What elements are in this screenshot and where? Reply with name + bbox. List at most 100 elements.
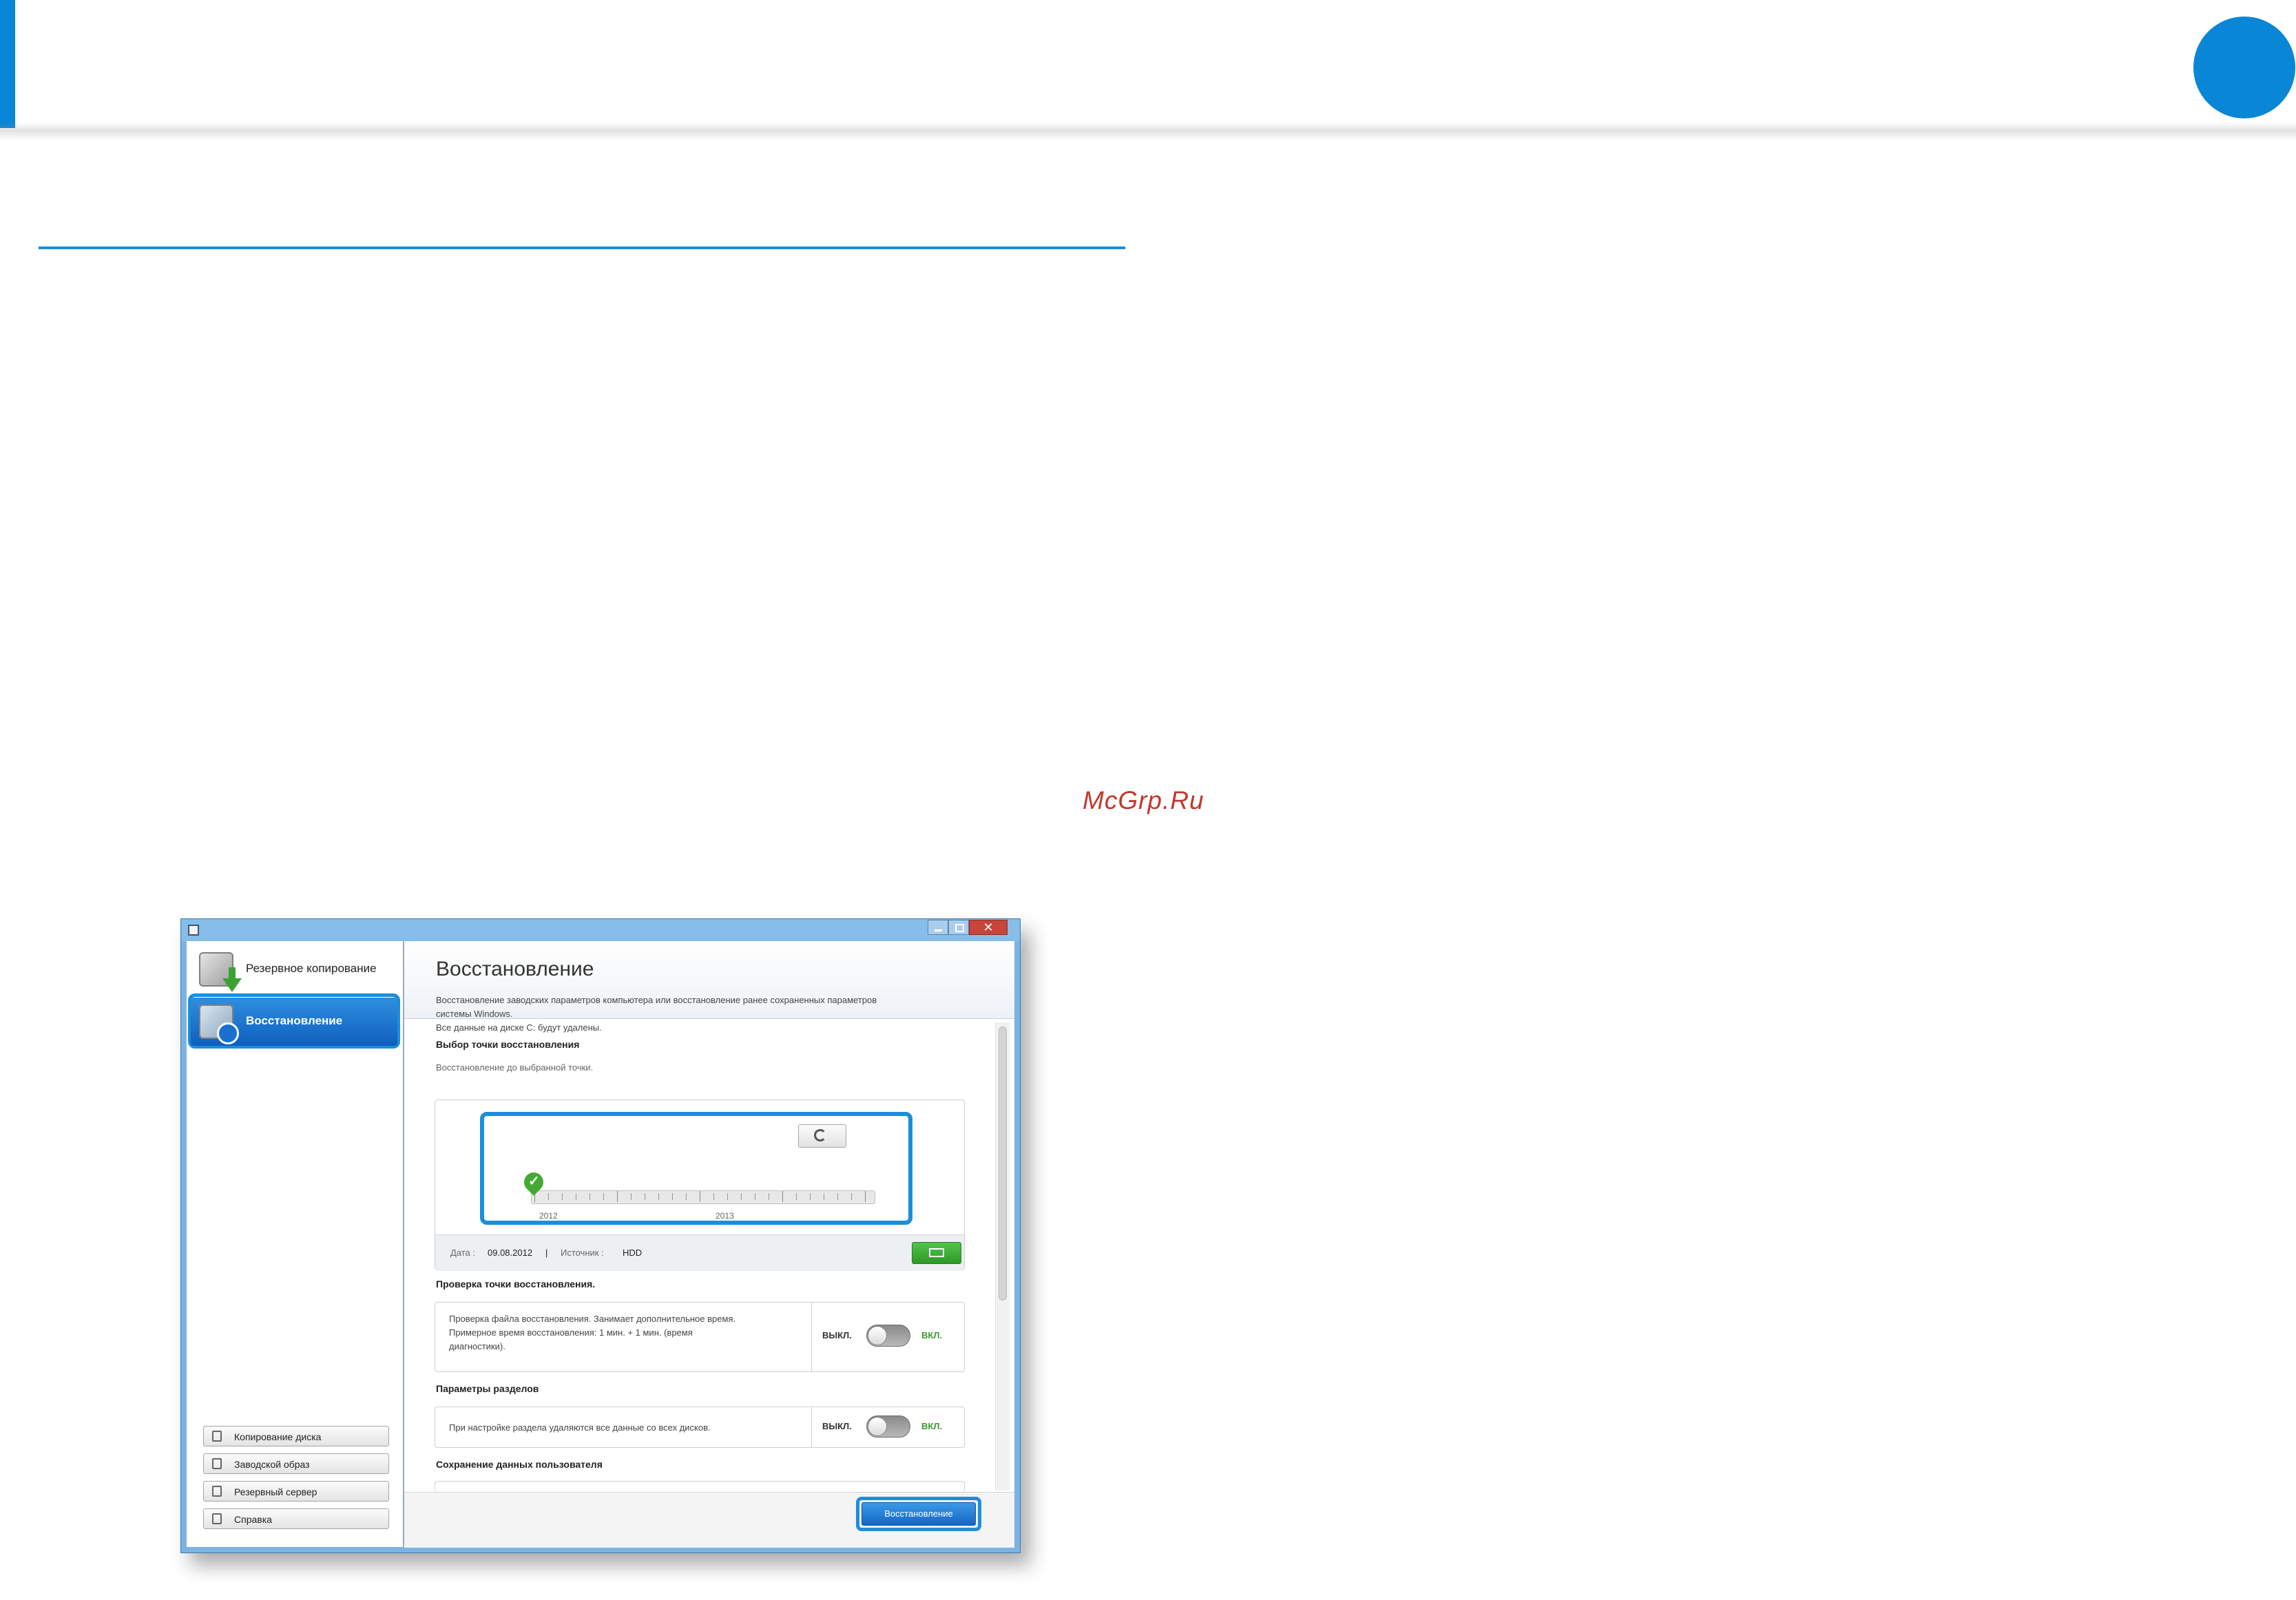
close-icon: ✕ <box>983 920 994 934</box>
refresh-icon <box>814 1129 826 1141</box>
restore-icon <box>199 1004 239 1044</box>
user-data-option-box <box>435 1481 965 1492</box>
description-line: Примерное время восстановления: 1 мин. +… <box>449 1327 693 1338</box>
partitions-option-box: При настройке раздела удаляются все данн… <box>435 1407 965 1448</box>
partitions-off-label: ВЫКЛ. <box>822 1421 852 1431</box>
restore-point-info: Дата : 09.08.2012 | Источник : HDD <box>435 1234 964 1271</box>
timeline-tick <box>865 1191 866 1202</box>
app-icon <box>188 925 199 936</box>
window-client: Резервное копирование Восстановление Коп… <box>187 941 1014 1548</box>
timeline-tick <box>713 1193 714 1200</box>
timeline-tick <box>548 1193 549 1200</box>
restore-point-title: Выбор точки восстановления <box>436 1039 580 1050</box>
date-value: 09.08.2012 <box>488 1248 533 1258</box>
page-title: Восстановление <box>436 958 594 980</box>
timeline-highlight <box>480 1112 912 1225</box>
source-value: HDD <box>623 1248 643 1258</box>
timeline-tick <box>782 1191 783 1202</box>
option-divider <box>811 1303 812 1371</box>
timeline-tick <box>741 1193 742 1200</box>
timeline-tick <box>617 1191 618 1202</box>
window-titlebar: ✕ <box>181 919 1020 941</box>
disk-copy-label: Копирование диска <box>234 1431 322 1442</box>
sidebar-item-label: Восстановление <box>246 1014 343 1027</box>
description-line: Проверка файла восстановления. Занимает … <box>449 1314 736 1324</box>
description-line: Восстановление заводских параметров комп… <box>436 995 877 1005</box>
check-icon: ✓ <box>528 1174 540 1189</box>
disk-copy-icon <box>212 1431 222 1442</box>
laptop-search-icon <box>929 1248 944 1257</box>
refresh-button[interactable] <box>798 1124 846 1148</box>
main-header: Восстановление Восстановление заводских … <box>404 941 1014 1033</box>
recovery-app-window: ✕ Резервное копирование Восстановление К… <box>180 918 1021 1553</box>
sidebar-item-backup[interactable]: Резервное копирование <box>191 945 397 993</box>
year-label: 2013 <box>716 1211 734 1221</box>
check-description: Проверка файла восстановления. Занимает … <box>449 1312 735 1354</box>
maximize-button[interactable] <box>948 920 969 935</box>
page-accent-bar <box>0 0 15 128</box>
check-on-label: ВКЛ. <box>921 1330 943 1340</box>
restore-badge-icon <box>217 1022 239 1044</box>
check-title: Проверка точки восстановления. <box>436 1278 596 1290</box>
date-label: Дата : <box>450 1248 476 1258</box>
timeline-tick <box>810 1193 811 1200</box>
timeline-tick <box>562 1193 563 1200</box>
info-separator: | <box>545 1248 548 1258</box>
view-details-button[interactable] <box>912 1242 961 1264</box>
timeline-tick <box>589 1193 590 1200</box>
check-toggle[interactable] <box>866 1325 910 1347</box>
timeline-track[interactable] <box>531 1190 875 1204</box>
partitions-description: При настройке раздела удаляются все данн… <box>449 1422 711 1433</box>
help-button[interactable]: Справка <box>203 1508 389 1529</box>
backup-server-icon <box>212 1486 222 1497</box>
main-panel: Восстановление Восстановление заводских … <box>404 941 1014 1548</box>
factory-image-label: Заводской образ <box>234 1459 310 1470</box>
close-button[interactable]: ✕ <box>969 920 1008 935</box>
disk-copy-button[interactable]: Копирование диска <box>203 1426 389 1446</box>
sidebar-item-label: Резервное копирование <box>246 962 377 975</box>
timeline-tick <box>851 1193 852 1200</box>
check-off-label: ВЫКЛ. <box>822 1330 852 1340</box>
action-bar: Восстановление <box>404 1492 1014 1548</box>
timeline-tick <box>658 1193 659 1200</box>
vertical-scrollbar[interactable] <box>995 1022 1010 1491</box>
factory-image-icon <box>212 1458 222 1469</box>
year-label: 2012 <box>539 1211 558 1221</box>
backup-server-label: Резервный сервер <box>234 1486 317 1497</box>
page-badge <box>2193 17 2295 118</box>
option-divider <box>811 1407 812 1447</box>
page-description: Восстановление заводских параметров комп… <box>436 993 987 1035</box>
description-line: системы Windows. <box>436 1009 513 1019</box>
timeline-tick <box>603 1193 604 1200</box>
sidebar: Резервное копирование Восстановление Коп… <box>187 941 404 1547</box>
minimize-button[interactable] <box>928 920 948 935</box>
partitions-on-label: ВКЛ. <box>921 1421 943 1431</box>
backup-server-button[interactable]: Резервный сервер <box>203 1481 389 1502</box>
download-arrow-icon <box>222 967 242 992</box>
toggle-knob <box>868 1417 887 1436</box>
scroll-thumb[interactable] <box>999 1027 1007 1301</box>
sidebar-item-restore[interactable]: Восстановление <box>191 998 397 1046</box>
timeline-tick <box>796 1193 797 1200</box>
restore-button[interactable]: Восстановление <box>862 1502 976 1526</box>
factory-image-button[interactable]: Заводской образ <box>203 1453 389 1474</box>
timeline-tick <box>631 1193 632 1200</box>
timeline-tick <box>672 1193 673 1200</box>
timeline-tick <box>837 1193 838 1200</box>
backup-icon <box>199 952 242 992</box>
timeline-tick <box>686 1193 687 1200</box>
partitions-title: Параметры разделов <box>436 1383 539 1394</box>
toggle-knob <box>868 1326 887 1345</box>
partitions-toggle[interactable] <box>866 1415 910 1438</box>
section-rule <box>39 246 1125 249</box>
restore-point-subtitle: Восстановление до выбранной точки. <box>436 1062 594 1073</box>
check-option-box: Проверка файла восстановления. Занимает … <box>435 1302 965 1372</box>
watermark: McGrp.Ru <box>1083 786 1204 814</box>
user-data-title: Сохранение данных пользователя <box>436 1459 603 1470</box>
source-label: Источник : <box>561 1248 604 1258</box>
page-header-divider <box>0 123 2296 140</box>
help-icon <box>212 1513 222 1524</box>
help-label: Справка <box>234 1514 272 1525</box>
description-line: Все данные на диске C: будут удалены. <box>436 1022 602 1033</box>
description-line: диагностики). <box>449 1341 505 1351</box>
